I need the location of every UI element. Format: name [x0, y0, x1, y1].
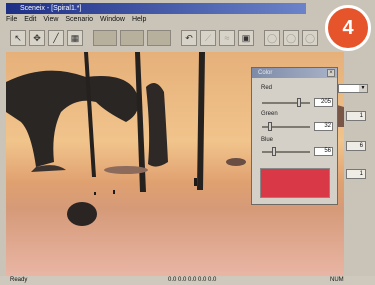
- terrain-tool-button[interactable]: [93, 30, 117, 46]
- step-number-badge: 4: [325, 5, 371, 51]
- blue-value-field[interactable]: 56: [314, 147, 333, 156]
- select-tool-icon: ↖: [14, 32, 22, 43]
- path-tool-button[interactable]: ↶: [181, 30, 197, 46]
- green-slider-thumb[interactable]: [267, 122, 272, 131]
- chain-tool-button[interactable]: ≈: [219, 30, 235, 46]
- side-field[interactable]: 1: [346, 111, 366, 121]
- color-dialog: Color × Red 205 Green 32 Blue 56: [251, 67, 338, 205]
- green-value-field[interactable]: 32: [314, 122, 333, 131]
- path-tool-icon: ↶: [185, 32, 193, 43]
- menu-item-edit[interactable]: Edit: [24, 15, 36, 25]
- link-tool-icon: ⟋: [204, 32, 212, 43]
- menu-item-file[interactable]: File: [6, 15, 17, 25]
- red-value-field[interactable]: 205: [314, 98, 333, 107]
- rock-arch: [6, 70, 139, 167]
- menu-item-view[interactable]: View: [43, 15, 58, 25]
- color-dialog-title: Color: [252, 68, 337, 78]
- object-tool-button[interactable]: [147, 30, 171, 46]
- loop-tool-button[interactable]: ◯: [302, 30, 318, 46]
- green-label: Green: [261, 111, 278, 117]
- move-tool-icon: ✥: [33, 32, 41, 43]
- window-title: Sceneix - [Spiral1.*]: [6, 3, 306, 14]
- status-bar: Ready 0.0 0.0 0.0 0.0 0.0 NUM: [0, 276, 375, 285]
- menu-item-scenario[interactable]: Scenario: [65, 15, 93, 25]
- link-tool-button[interactable]: ⟋: [200, 30, 216, 46]
- unit-figure[interactable]: [113, 190, 115, 194]
- layer-tool-icon: ▦: [70, 32, 80, 43]
- layer-tool-button[interactable]: ▦: [67, 30, 83, 46]
- side-field[interactable]: 6: [346, 141, 366, 151]
- red-slider-thumb[interactable]: [297, 98, 302, 107]
- undo-tool-button[interactable]: ◯: [264, 30, 280, 46]
- boulder: [67, 202, 97, 226]
- color-preview-swatch: [260, 168, 330, 198]
- menu-item-window[interactable]: Window: [100, 15, 125, 25]
- status-coords: 0.0 0.0 0.0 0.0 0.0: [168, 277, 217, 283]
- chevron-down-icon[interactable]: ▼: [359, 85, 367, 92]
- rock-spire: [146, 83, 168, 167]
- menu-item-help[interactable]: Help: [132, 15, 146, 25]
- app-window: Sceneix - [Spiral1.*] File Edit View Scenar…: [0, 0, 375, 285]
- blue-label: Blue: [261, 137, 274, 143]
- unit-figure[interactable]: [194, 178, 197, 186]
- texture-tool-button[interactable]: [120, 30, 144, 46]
- side-dropdown[interactable]: ▼: [338, 84, 368, 93]
- chain-tool-icon: ≈: [224, 33, 230, 43]
- side-field[interactable]: 1: [346, 169, 366, 179]
- camera-tool-button[interactable]: ▣: [238, 30, 254, 46]
- loop-tool-icon: ◯: [304, 32, 316, 43]
- blue-slider[interactable]: [262, 151, 310, 153]
- undo-tool-icon: ◯: [266, 32, 278, 43]
- status-text: Ready: [10, 277, 28, 283]
- select-tool-button[interactable]: ↖: [10, 30, 26, 46]
- unit-figure[interactable]: [94, 192, 96, 195]
- red-label: Red: [261, 85, 273, 91]
- ground-shadow: [104, 166, 148, 174]
- menu-bar: File Edit View Scenario Window Help: [6, 15, 326, 25]
- camera-tool-icon: ▣: [241, 32, 251, 43]
- pole: [84, 52, 96, 177]
- status-num-indicator: NUM: [330, 277, 344, 283]
- redo-tool-button[interactable]: ◯: [283, 30, 299, 46]
- redo-tool-icon: ◯: [285, 32, 297, 43]
- draw-tool-icon: ╱: [53, 32, 59, 43]
- boulder: [226, 158, 246, 166]
- draw-tool-button[interactable]: ╱: [48, 30, 64, 46]
- red-slider[interactable]: [262, 102, 310, 104]
- close-icon[interactable]: ×: [327, 69, 335, 77]
- move-tool-button[interactable]: ✥: [29, 30, 45, 46]
- blue-slider-thumb[interactable]: [271, 147, 276, 156]
- pole: [197, 52, 205, 190]
- toolbar: ↖ ✥ ╱ ▦ ↶ ⟋ ≈ ▣ ◯ ◯ ◯: [6, 26, 340, 50]
